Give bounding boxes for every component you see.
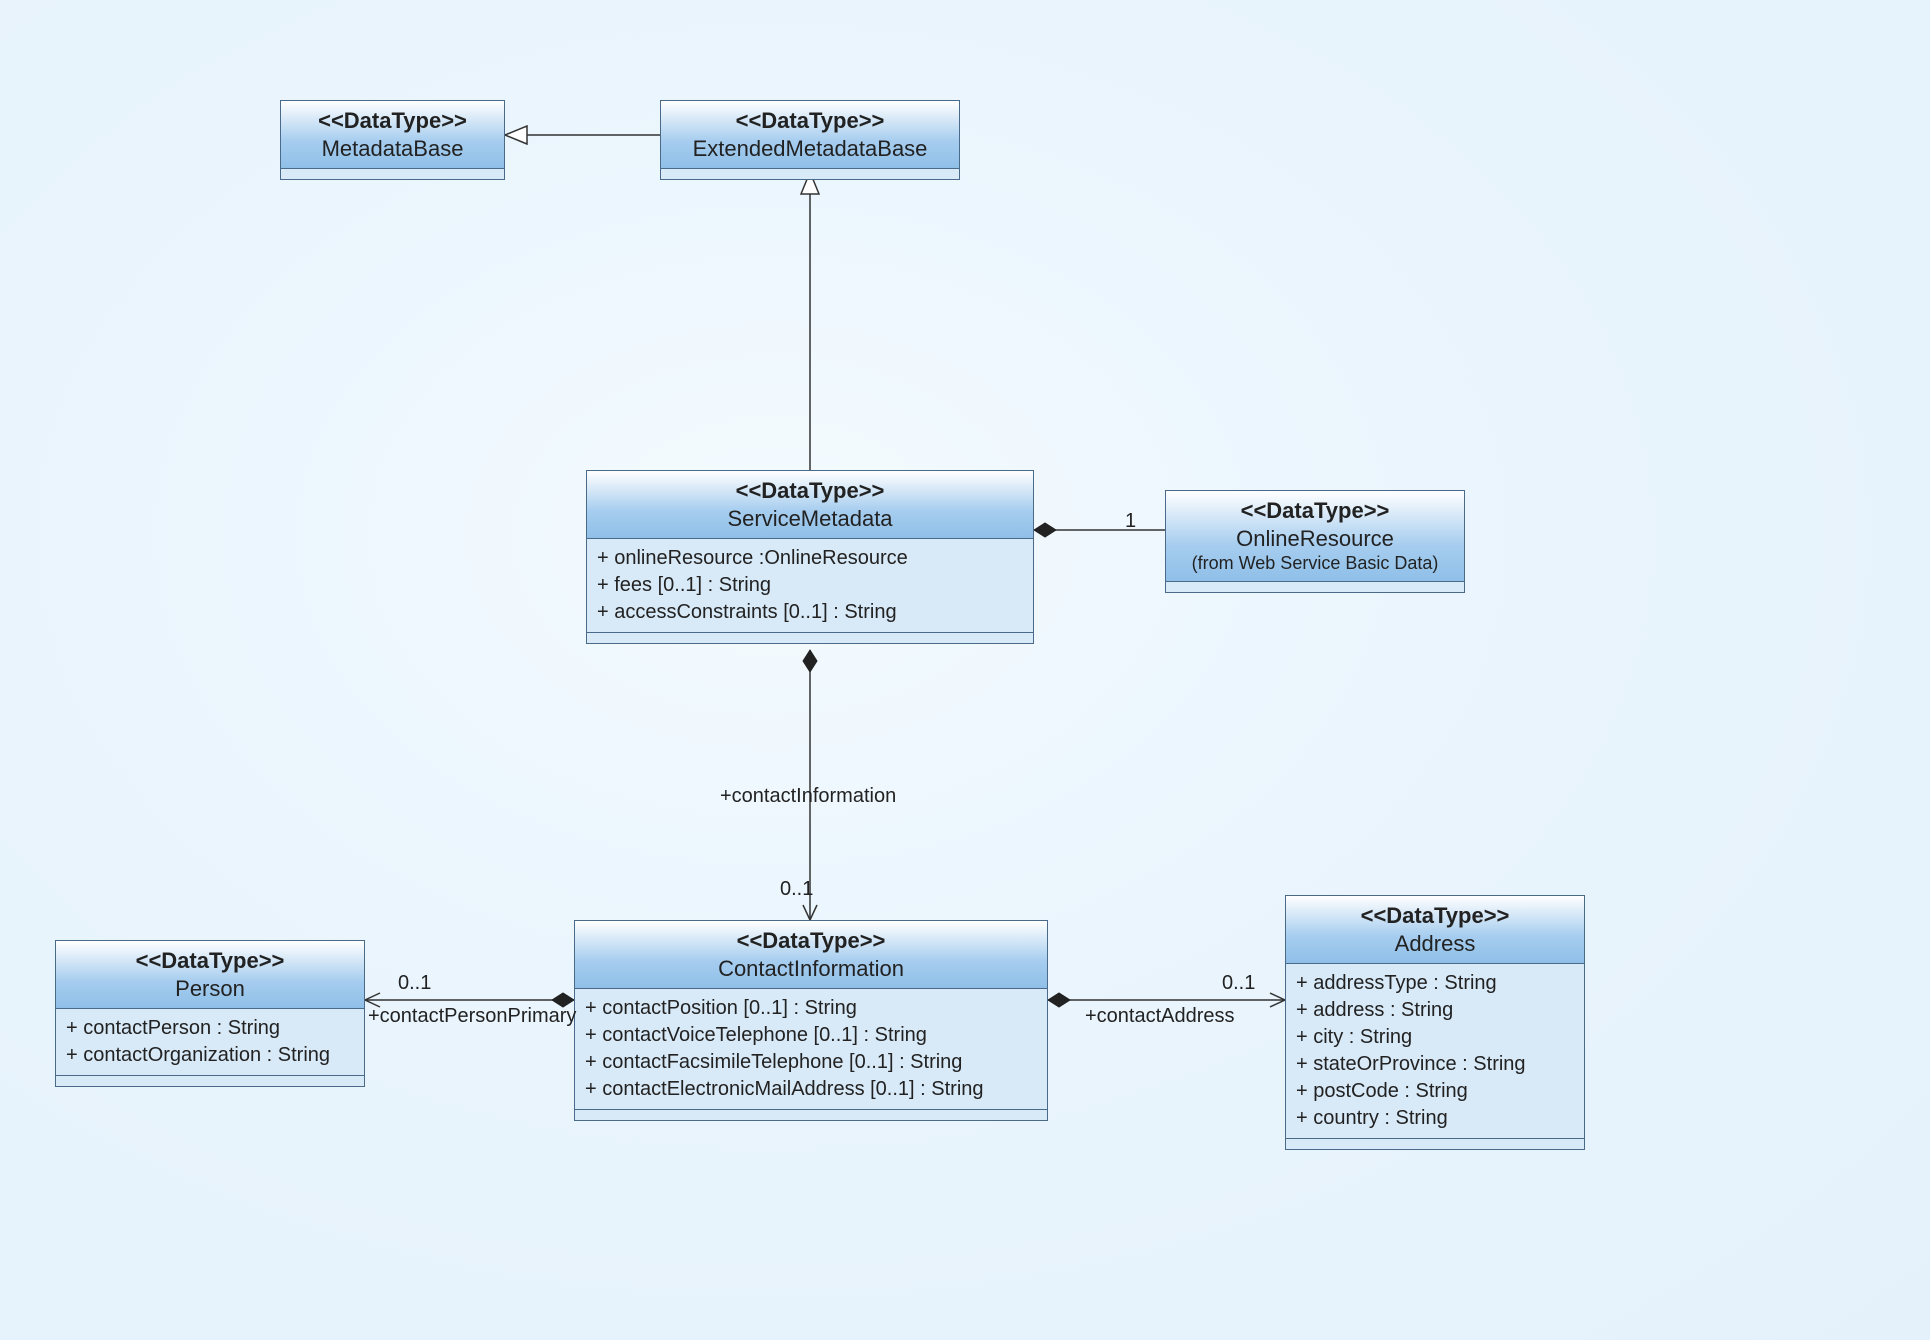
class-name: MetadataBase [291,135,494,163]
label-person-role: +contactPersonPrimary [368,1005,576,1028]
class-attr: + country : String [1296,1105,1574,1132]
class-attr: + contactPosition [0..1] : String [585,995,1037,1022]
class-attributes: + contactPerson : String + contactOrgani… [56,1009,364,1076]
class-header: <<DataType>> ContactInformation [575,921,1047,989]
class-attributes: + addressType : String + address : Strin… [1286,964,1584,1139]
class-header: <<DataType>> Person [56,941,364,1009]
class-attr: + postCode : String [1296,1078,1574,1105]
class-attr: + contactPerson : String [66,1015,354,1042]
class-metadatabase: <<DataType>> MetadataBase [280,100,505,180]
class-extendedmetadatabase: <<DataType>> ExtendedMetadataBase [660,100,960,180]
class-name: ExtendedMetadataBase [671,135,949,163]
stereotype-label: <<DataType>> [585,927,1037,955]
class-header: <<DataType>> Address [1286,896,1584,964]
class-footer [587,633,1033,643]
label-address-role: +contactAddress [1085,1005,1235,1028]
class-attr: + addressType : String [1296,970,1574,997]
class-attr: + city : String [1296,1024,1574,1051]
connectors-layer [0,0,1930,1340]
class-attr: + address : String [1296,997,1574,1024]
class-attributes: + onlineResource :OnlineResource + fees … [587,539,1033,633]
class-header: <<DataType>> ServiceMetadata [587,471,1033,539]
class-footer [1166,582,1464,592]
class-footer [1286,1139,1584,1149]
class-attr: + contactFacsimileTelephone [0..1] : Str… [585,1049,1037,1076]
class-address: <<DataType>> Address + addressType : Str… [1285,895,1585,1150]
class-attr: + contactOrganization : String [66,1042,354,1069]
class-attributes: + contactPosition [0..1] : String + cont… [575,989,1047,1110]
class-attr: + contactVoiceTelephone [0..1] : String [585,1022,1037,1049]
class-attr: + accessConstraints [0..1] : String [597,599,1023,626]
stereotype-label: <<DataType>> [671,107,949,135]
class-footer [661,169,959,179]
class-attr: + fees [0..1] : String [597,572,1023,599]
stereotype-label: <<DataType>> [291,107,494,135]
label-onlineresource-mult: 1 [1125,510,1136,533]
class-footer [56,1076,364,1086]
class-name: ServiceMetadata [597,505,1023,533]
class-note: (from Web Service Basic Data) [1176,552,1454,575]
class-onlineresource: <<DataType>> OnlineResource (from Web Se… [1165,490,1465,593]
stereotype-label: <<DataType>> [66,947,354,975]
class-header: <<DataType>> MetadataBase [281,101,504,169]
class-header: <<DataType>> OnlineResource (from Web Se… [1166,491,1464,582]
class-servicemetadata: <<DataType>> ServiceMetadata + onlineRes… [586,470,1034,644]
stereotype-label: <<DataType>> [1296,902,1574,930]
label-address-mult: 0..1 [1222,972,1255,995]
class-attr: + onlineResource :OnlineResource [597,545,1023,572]
class-name: OnlineResource [1176,525,1454,553]
class-person: <<DataType>> Person + contactPerson : St… [55,940,365,1087]
class-name: Address [1296,930,1574,958]
class-attr: + contactElectronicMailAddress [0..1] : … [585,1076,1037,1103]
class-name: ContactInformation [585,955,1037,983]
class-footer [575,1110,1047,1120]
stereotype-label: <<DataType>> [597,477,1023,505]
class-name: Person [66,975,354,1003]
class-contactinformation: <<DataType>> ContactInformation + contac… [574,920,1048,1121]
class-footer [281,169,504,179]
label-person-mult: 0..1 [398,972,431,995]
label-contactinfo-role: +contactInformation [720,785,896,808]
class-attr: + stateOrProvince : String [1296,1051,1574,1078]
stereotype-label: <<DataType>> [1176,497,1454,525]
label-contactinfo-mult: 0..1 [780,878,813,901]
class-header: <<DataType>> ExtendedMetadataBase [661,101,959,169]
